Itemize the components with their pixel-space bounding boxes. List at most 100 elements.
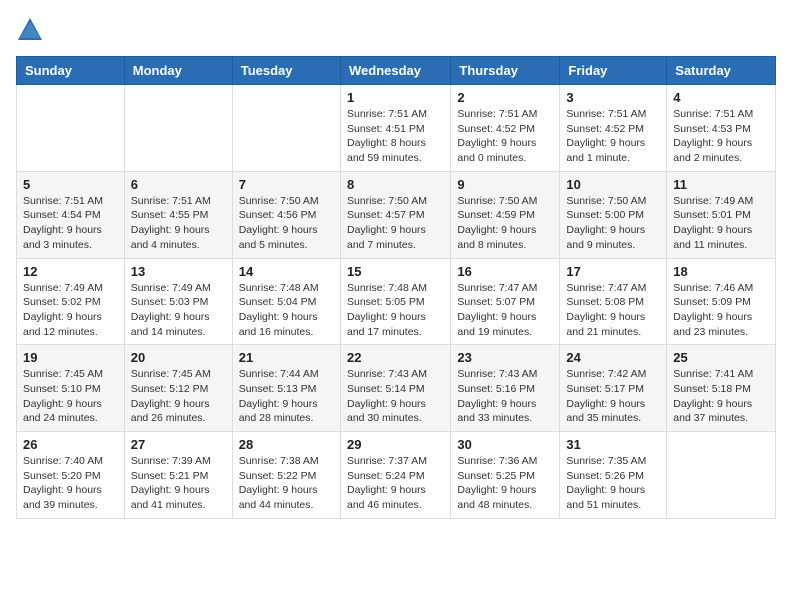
day-number: 24 bbox=[566, 350, 660, 365]
day-info: Sunrise: 7:51 AM Sunset: 4:52 PM Dayligh… bbox=[457, 107, 553, 166]
calendar-week-row: 26 Sunrise: 7:40 AM Sunset: 5:20 PM Dayli… bbox=[17, 432, 776, 519]
logo bbox=[16, 16, 48, 44]
calendar-week-row: 5 Sunrise: 7:51 AM Sunset: 4:54 PM Daylig… bbox=[17, 171, 776, 258]
day-info: Sunrise: 7:49 AM Sunset: 5:03 PM Dayligh… bbox=[131, 281, 226, 340]
day-number: 11 bbox=[673, 177, 769, 192]
day-number: 6 bbox=[131, 177, 226, 192]
day-info: Sunrise: 7:47 AM Sunset: 5:08 PM Dayligh… bbox=[566, 281, 660, 340]
calendar-cell: 31 Sunrise: 7:35 AM Sunset: 5:26 PM Dayli… bbox=[560, 432, 667, 519]
day-info: Sunrise: 7:36 AM Sunset: 5:25 PM Dayligh… bbox=[457, 454, 553, 513]
day-number: 26 bbox=[23, 437, 118, 452]
day-info: Sunrise: 7:41 AM Sunset: 5:18 PM Dayligh… bbox=[673, 367, 769, 426]
day-info: Sunrise: 7:48 AM Sunset: 5:05 PM Dayligh… bbox=[347, 281, 444, 340]
calendar-header-thursday: Thursday bbox=[451, 57, 560, 85]
calendar-header-friday: Friday bbox=[560, 57, 667, 85]
day-number: 16 bbox=[457, 264, 553, 279]
day-info: Sunrise: 7:47 AM Sunset: 5:07 PM Dayligh… bbox=[457, 281, 553, 340]
day-info: Sunrise: 7:48 AM Sunset: 5:04 PM Dayligh… bbox=[239, 281, 334, 340]
day-info: Sunrise: 7:51 AM Sunset: 4:53 PM Dayligh… bbox=[673, 107, 769, 166]
calendar-cell: 19 Sunrise: 7:45 AM Sunset: 5:10 PM Dayli… bbox=[17, 345, 125, 432]
day-number: 15 bbox=[347, 264, 444, 279]
day-number: 30 bbox=[457, 437, 553, 452]
day-number: 13 bbox=[131, 264, 226, 279]
calendar-cell: 21Sunrise: 7:44 AM Sunset: 5:13 PM Dayli… bbox=[232, 345, 340, 432]
calendar-cell: 3Sunrise: 7:51 AM Sunset: 4:52 PM Daylig… bbox=[560, 85, 667, 172]
calendar-cell bbox=[667, 432, 776, 519]
calendar-cell: 17 Sunrise: 7:47 AM Sunset: 5:08 PM Dayli… bbox=[560, 258, 667, 345]
day-info: Sunrise: 7:50 AM Sunset: 4:57 PM Dayligh… bbox=[347, 194, 444, 253]
day-info: Sunrise: 7:50 AM Sunset: 5:00 PM Dayligh… bbox=[566, 194, 660, 253]
day-number: 27 bbox=[131, 437, 226, 452]
day-number: 18 bbox=[673, 264, 769, 279]
calendar-cell: 29 Sunrise: 7:37 AM Sunset: 5:24 PM Dayli… bbox=[340, 432, 450, 519]
day-info: Sunrise: 7:49 AM Sunset: 5:01 PM Dayligh… bbox=[673, 194, 769, 253]
calendar-header-monday: Monday bbox=[124, 57, 232, 85]
calendar-cell: 16 Sunrise: 7:47 AM Sunset: 5:07 PM Dayli… bbox=[451, 258, 560, 345]
day-number: 4 bbox=[673, 90, 769, 105]
day-info: Sunrise: 7:45 AM Sunset: 5:12 PM Dayligh… bbox=[131, 367, 226, 426]
calendar-cell: 13 Sunrise: 7:49 AM Sunset: 5:03 PM Dayli… bbox=[124, 258, 232, 345]
calendar-cell: 8 Sunrise: 7:50 AM Sunset: 4:57 PM Daylig… bbox=[340, 171, 450, 258]
day-info: Sunrise: 7:46 AM Sunset: 5:09 PM Dayligh… bbox=[673, 281, 769, 340]
day-number: 5 bbox=[23, 177, 118, 192]
day-info: Sunrise: 7:50 AM Sunset: 4:56 PM Dayligh… bbox=[239, 194, 334, 253]
calendar-cell: 24 Sunrise: 7:42 AM Sunset: 5:17 PM Dayli… bbox=[560, 345, 667, 432]
day-info: Sunrise: 7:45 AM Sunset: 5:10 PM Dayligh… bbox=[23, 367, 118, 426]
calendar-cell: 30 Sunrise: 7:36 AM Sunset: 5:25 PM Dayli… bbox=[451, 432, 560, 519]
calendar-cell: 2 Sunrise: 7:51 AM Sunset: 4:52 PM Daylig… bbox=[451, 85, 560, 172]
day-info: Sunrise: 7:39 AM Sunset: 5:21 PM Dayligh… bbox=[131, 454, 226, 513]
day-number: 17 bbox=[566, 264, 660, 279]
calendar-week-row: 12 Sunrise: 7:49 AM Sunset: 5:02 PM Dayli… bbox=[17, 258, 776, 345]
calendar-week-row: 1 Sunrise: 7:51 AM Sunset: 4:51 PM Daylig… bbox=[17, 85, 776, 172]
calendar-cell: 5 Sunrise: 7:51 AM Sunset: 4:54 PM Daylig… bbox=[17, 171, 125, 258]
day-info: Sunrise: 7:35 AM Sunset: 5:26 PM Dayligh… bbox=[566, 454, 660, 513]
day-info: Sunrise: 7:51 AM Sunset: 4:52 PM Dayligh… bbox=[566, 107, 660, 166]
day-number: 7 bbox=[239, 177, 334, 192]
day-info: Sunrise: 7:51 AM Sunset: 4:51 PM Dayligh… bbox=[347, 107, 444, 166]
day-number: 22 bbox=[347, 350, 444, 365]
calendar-cell: 10 Sunrise: 7:50 AM Sunset: 5:00 PM Dayli… bbox=[560, 171, 667, 258]
day-info: Sunrise: 7:38 AM Sunset: 5:22 PM Dayligh… bbox=[239, 454, 334, 513]
calendar-cell: 6 Sunrise: 7:51 AM Sunset: 4:55 PM Daylig… bbox=[124, 171, 232, 258]
day-info: Sunrise: 7:43 AM Sunset: 5:14 PM Dayligh… bbox=[347, 367, 444, 426]
calendar-header-tuesday: Tuesday bbox=[232, 57, 340, 85]
day-number: 28 bbox=[239, 437, 334, 452]
calendar-week-row: 19 Sunrise: 7:45 AM Sunset: 5:10 PM Dayli… bbox=[17, 345, 776, 432]
day-info: Sunrise: 7:42 AM Sunset: 5:17 PM Dayligh… bbox=[566, 367, 660, 426]
day-number: 31 bbox=[566, 437, 660, 452]
day-info: Sunrise: 7:49 AM Sunset: 5:02 PM Dayligh… bbox=[23, 281, 118, 340]
calendar-cell: 26 Sunrise: 7:40 AM Sunset: 5:20 PM Dayli… bbox=[17, 432, 125, 519]
day-number: 19 bbox=[23, 350, 118, 365]
calendar-cell: 18 Sunrise: 7:46 AM Sunset: 5:09 PM Dayli… bbox=[667, 258, 776, 345]
day-number: 1 bbox=[347, 90, 444, 105]
page-header bbox=[16, 16, 776, 44]
day-number: 10 bbox=[566, 177, 660, 192]
day-number: 2 bbox=[457, 90, 553, 105]
day-info: Sunrise: 7:50 AM Sunset: 4:59 PM Dayligh… bbox=[457, 194, 553, 253]
calendar-cell: 4 Sunrise: 7:51 AM Sunset: 4:53 PM Daylig… bbox=[667, 85, 776, 172]
calendar-cell: 1 Sunrise: 7:51 AM Sunset: 4:51 PM Daylig… bbox=[340, 85, 450, 172]
calendar-cell bbox=[124, 85, 232, 172]
calendar-cell: 14Sunrise: 7:48 AM Sunset: 5:04 PM Dayli… bbox=[232, 258, 340, 345]
calendar-cell bbox=[232, 85, 340, 172]
calendar-cell: 27 Sunrise: 7:39 AM Sunset: 5:21 PM Dayli… bbox=[124, 432, 232, 519]
day-info: Sunrise: 7:40 AM Sunset: 5:20 PM Dayligh… bbox=[23, 454, 118, 513]
calendar-header-row: SundayMondayTuesdayWednesdayThursdayFrid… bbox=[17, 57, 776, 85]
calendar-cell: 11 Sunrise: 7:49 AM Sunset: 5:01 PM Dayli… bbox=[667, 171, 776, 258]
day-number: 9 bbox=[457, 177, 553, 192]
day-info: Sunrise: 7:51 AM Sunset: 4:54 PM Dayligh… bbox=[23, 194, 118, 253]
calendar-cell: 23Sunrise: 7:43 AM Sunset: 5:16 PM Dayli… bbox=[451, 345, 560, 432]
calendar-cell: 25Sunrise: 7:41 AM Sunset: 5:18 PM Dayli… bbox=[667, 345, 776, 432]
calendar-header-sunday: Sunday bbox=[17, 57, 125, 85]
calendar-cell: 12 Sunrise: 7:49 AM Sunset: 5:02 PM Dayli… bbox=[17, 258, 125, 345]
day-number: 12 bbox=[23, 264, 118, 279]
calendar-cell bbox=[17, 85, 125, 172]
calendar-cell: 22 Sunrise: 7:43 AM Sunset: 5:14 PM Dayli… bbox=[340, 345, 450, 432]
day-number: 29 bbox=[347, 437, 444, 452]
calendar-cell: 15 Sunrise: 7:48 AM Sunset: 5:05 PM Dayli… bbox=[340, 258, 450, 345]
calendar-header-wednesday: Wednesday bbox=[340, 57, 450, 85]
day-info: Sunrise: 7:51 AM Sunset: 4:55 PM Dayligh… bbox=[131, 194, 226, 253]
day-info: Sunrise: 7:37 AM Sunset: 5:24 PM Dayligh… bbox=[347, 454, 444, 513]
day-number: 8 bbox=[347, 177, 444, 192]
calendar-header-saturday: Saturday bbox=[667, 57, 776, 85]
